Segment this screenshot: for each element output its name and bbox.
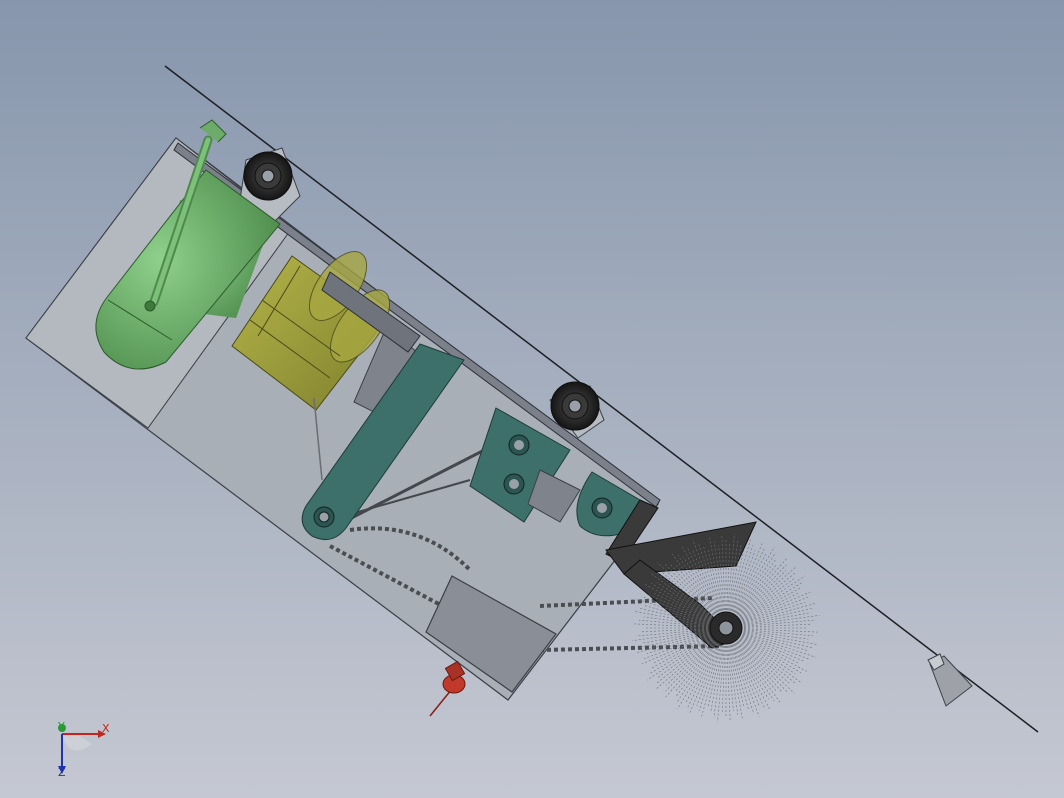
brush-bristle [698, 641, 722, 712]
brush-bristle [739, 632, 817, 658]
brush-bristle [728, 641, 745, 708]
brush-bristle [739, 623, 812, 628]
model-view[interactable] [0, 0, 1064, 798]
brush-bristle [735, 564, 787, 619]
brush-bristle [696, 641, 722, 706]
brush-bristle [732, 640, 771, 711]
brush-bristle [739, 632, 811, 660]
orientation-triad [58, 724, 106, 774]
z-axis-label: Z [58, 766, 66, 779]
brush-bristle [739, 628, 818, 633]
brush-bristle [733, 639, 775, 702]
brush-bristle [731, 640, 760, 706]
brush-bristle [737, 634, 802, 674]
warning-lamp [429, 660, 466, 717]
brush-bristle [739, 630, 813, 649]
brush-bristle [735, 637, 795, 694]
y-axis-label: Y [58, 720, 65, 733]
brush-bristle [736, 572, 796, 620]
guide-wheel-1 [243, 151, 293, 201]
spray-nozzle [927, 653, 973, 707]
brush-bristle [737, 581, 804, 622]
brush-bristle [707, 641, 724, 708]
brush-bristle [736, 636, 790, 684]
brush-bristle [732, 639, 769, 700]
brush-bristle [726, 641, 734, 711]
brush-bristle [739, 607, 813, 626]
guide-wheel-2 [550, 381, 600, 431]
x-axis-label: X [102, 722, 110, 735]
brush-bristle [738, 634, 807, 672]
brush-bristle [729, 641, 750, 711]
brush-bristle [687, 640, 721, 709]
brush-axle [718, 620, 734, 636]
brush-bristle [735, 637, 789, 694]
brush-bristle [736, 636, 796, 684]
brush-bristle [734, 638, 783, 693]
brush-bristle [731, 640, 765, 709]
brush-bristle [730, 641, 755, 714]
brush-bristle [739, 629, 809, 640]
brush-bristle [721, 641, 726, 713]
cad-viewport[interactable]: X Y Z [0, 0, 1064, 798]
